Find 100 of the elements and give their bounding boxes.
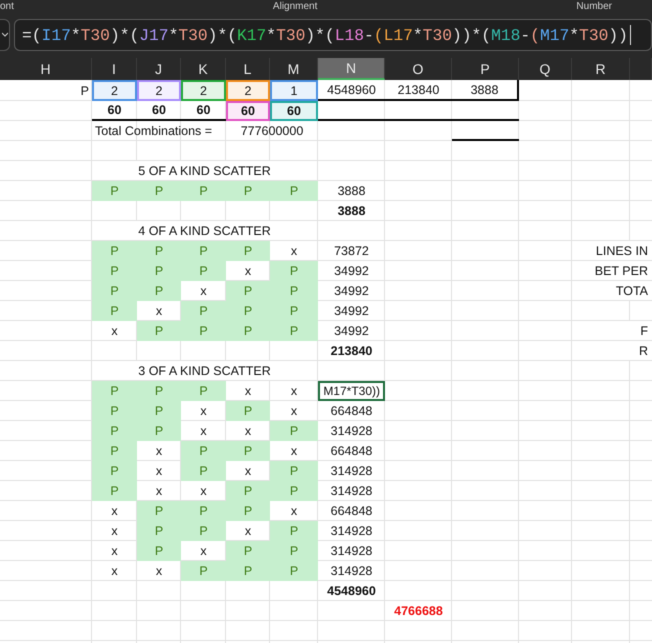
symbol-cell: P — [181, 521, 226, 541]
symbol-cell: P — [226, 301, 270, 321]
symbol-cell-text: x — [244, 383, 252, 400]
value-cell-text: 314928 — [330, 523, 374, 540]
symbol-cell-text: x — [290, 443, 298, 460]
symbol-cell: P — [270, 301, 318, 321]
symbol-cell: P — [226, 321, 270, 341]
symbol-cell: P — [137, 241, 181, 261]
reel-size-cell: 60 — [270, 101, 318, 121]
result-cell: 3888 — [452, 80, 519, 101]
symbol-cell: P — [226, 481, 270, 501]
symbol-cell: P — [226, 181, 270, 201]
symbol-cell: P — [92, 381, 137, 401]
symbol-cell-text: x — [110, 543, 119, 560]
symbol-cell: P — [137, 321, 181, 341]
symbol-cell: P — [270, 461, 318, 481]
symbol-cell: P — [181, 461, 226, 481]
total-cell-text: 213840 — [330, 343, 374, 360]
symbol-cell: P — [270, 261, 318, 281]
symbol-cell: P — [92, 301, 137, 321]
symbol-cell: P — [226, 281, 270, 301]
value-cell-text: 34992 — [333, 263, 370, 280]
symbol-cell-text: x — [199, 283, 208, 300]
result-cell: 4548960 — [318, 80, 385, 101]
symbol-cell: P — [92, 421, 137, 441]
symbol-cell-text: x — [199, 483, 208, 500]
row-label: P — [80, 82, 90, 100]
value-cell-text: 73872 — [333, 243, 370, 260]
symbol-cell-text: x — [199, 403, 208, 420]
symbol-cell-text: x — [110, 523, 119, 540]
symbol-cell: P — [181, 261, 226, 281]
symbol-cell-text: x — [154, 303, 164, 320]
value-cell-text: 314928 — [330, 483, 374, 500]
symbol-cell: P — [137, 421, 181, 441]
multiplier-cell: 2 — [137, 80, 181, 101]
symbol-cell: P — [137, 521, 181, 541]
symbol-cell-text: x — [199, 423, 208, 440]
symbol-cell: P — [92, 481, 137, 501]
symbol-cell-text: x — [110, 503, 119, 520]
value-cell-text: 664848 — [330, 503, 374, 520]
symbol-cell: P — [270, 541, 318, 561]
total-cell-text: 4548960 — [326, 583, 377, 600]
symbol-cell: P — [226, 501, 270, 521]
value-cell-text: 314928 — [330, 543, 374, 560]
symbol-cell: P — [137, 401, 181, 421]
formula-field[interactable]: =(I17*T30)*(J17*T30)*(K17*T30)*(L18-(L17*T30))*(M18-(M17*T30)) — [14, 19, 652, 51]
symbol-cell-text: x — [290, 243, 298, 260]
ribbon-group-label: Number — [576, 2, 612, 12]
symbol-cell: P — [137, 261, 181, 281]
multiplier-cell: 1 — [270, 80, 318, 101]
symbol-cell-text: x — [154, 563, 164, 580]
value-cell-text: 314928 — [330, 563, 374, 580]
symbol-cell: P — [270, 281, 318, 301]
symbol-cell: P — [270, 421, 318, 441]
value-cell-text: 34992 — [333, 323, 370, 340]
symbol-cell-text: x — [110, 563, 119, 580]
symbol-cell: P — [226, 401, 270, 421]
symbol-cell: P — [137, 181, 181, 201]
symbol-cell: P — [92, 241, 137, 261]
symbol-cell: P — [92, 401, 137, 421]
symbol-cell: P — [137, 381, 181, 401]
symbol-cell-text: x — [154, 483, 164, 500]
symbol-cell: P — [270, 561, 318, 581]
column-header[interactable]: N — [318, 58, 385, 80]
symbol-cell-text: x — [110, 323, 119, 340]
name-box-dropdown[interactable] — [0, 19, 10, 51]
symbol-cell-text: x — [244, 263, 252, 280]
ribbon-group-label: Alignment — [272, 2, 318, 12]
symbol-cell: P — [92, 261, 137, 281]
symbol-cell: P — [137, 501, 181, 521]
result-cell: 213840 — [385, 80, 452, 101]
total-cell-text: 3888 — [336, 203, 366, 220]
symbol-cell-text: x — [199, 543, 208, 560]
multiplier-cell: 2 — [92, 80, 137, 101]
symbol-cell: P — [181, 561, 226, 581]
symbol-cell: P — [92, 281, 137, 301]
symbol-cell: P — [181, 501, 226, 521]
multiplier-cell: 2 — [226, 80, 270, 101]
symbol-cell: P — [181, 241, 226, 261]
symbol-cell-text: x — [154, 463, 164, 480]
reel-size-cell: 60 — [137, 101, 181, 121]
value-cell-text: 34992 — [333, 303, 370, 320]
symbol-cell: P — [270, 521, 318, 541]
value-cell-text: 3888 — [336, 183, 366, 200]
multiplier-cell: 2 — [181, 80, 226, 101]
active-cell[interactable]: M17*T30)) — [318, 381, 385, 401]
symbol-cell: P — [92, 181, 137, 201]
symbol-cell-text: x — [154, 443, 164, 460]
symbol-cell: P — [181, 441, 226, 461]
total-combinations-label: Total Combinations = — [94, 123, 214, 140]
value-cell-text: 34992 — [333, 283, 370, 300]
total-combinations-value: 777600000 — [240, 123, 304, 140]
symbol-cell: P — [137, 281, 181, 301]
symbol-cell: P — [226, 541, 270, 561]
symbol-cell: P — [181, 321, 226, 341]
symbol-cell: P — [92, 441, 137, 461]
symbol-cell: P — [270, 481, 318, 501]
ribbon-group-label: ont — [0, 2, 14, 12]
symbol-cell-text: x — [290, 383, 298, 400]
value-cell-text: 314928 — [330, 423, 374, 440]
